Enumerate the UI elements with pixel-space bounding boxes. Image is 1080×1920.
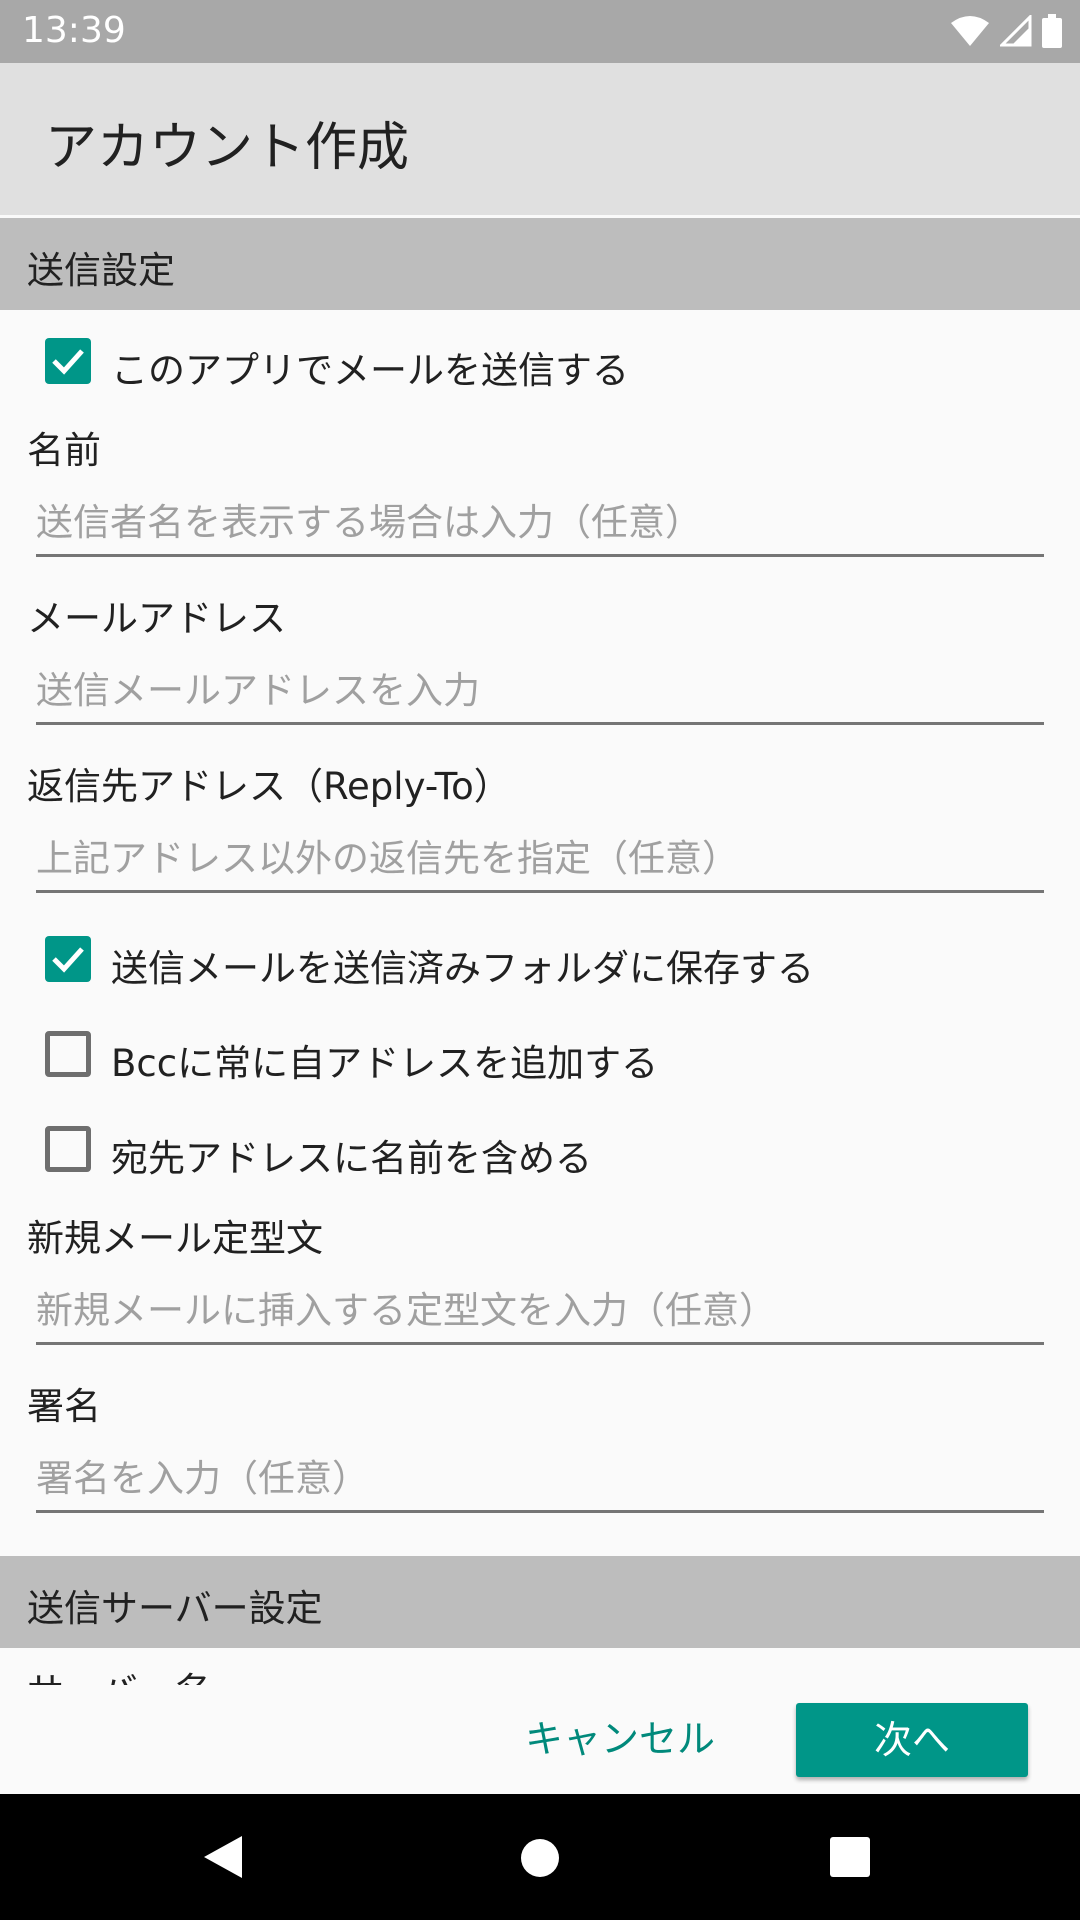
reply-to-placeholder: 上記アドレス以外の返信先を指定（任意） bbox=[36, 837, 739, 880]
name-field[interactable]: 送信者名を表示する場合は入力（任意） bbox=[36, 482, 1044, 557]
checkmark-icon bbox=[52, 947, 84, 973]
status-icons bbox=[950, 14, 1062, 48]
home-icon[interactable] bbox=[519, 1837, 561, 1879]
back-icon[interactable] bbox=[202, 1834, 246, 1880]
form-scroll-area[interactable]: 送信設定 このアプリでメールを送信する 名前 送信者名を表示する場合は入力（任意… bbox=[0, 218, 1080, 1685]
page-title: アカウント作成 bbox=[45, 118, 410, 178]
save-sent-checkbox[interactable] bbox=[45, 936, 91, 982]
navigation-bar bbox=[0, 1794, 1080, 1920]
include-name-label: 宛先アドレスに名前を含める bbox=[111, 1137, 592, 1180]
battery-icon bbox=[1042, 14, 1062, 48]
signature-placeholder: 署名を入力（任意） bbox=[36, 1457, 369, 1500]
bcc-self-row[interactable]: Bccに常に自アドレスを追加する bbox=[0, 1015, 1080, 1095]
recents-icon[interactable] bbox=[830, 1837, 870, 1877]
send-with-app-checkbox[interactable] bbox=[45, 338, 91, 384]
section-header-send-settings: 送信設定 bbox=[0, 218, 1080, 310]
reply-to-field[interactable]: 上記アドレス以外の返信先を指定（任意） bbox=[36, 818, 1044, 893]
status-time: 13:39 bbox=[22, 10, 126, 51]
reply-to-label: 返信先アドレス（Reply-To） bbox=[27, 765, 511, 808]
template-label: 新規メール定型文 bbox=[27, 1217, 323, 1260]
bcc-self-label: Bccに常に自アドレスを追加する bbox=[111, 1042, 659, 1085]
template-placeholder: 新規メールに挿入する定型文を入力（任意） bbox=[36, 1289, 776, 1332]
signal-icon bbox=[1000, 15, 1032, 47]
email-placeholder: 送信メールアドレスを入力 bbox=[36, 669, 480, 712]
next-button[interactable]: 次へ bbox=[796, 1703, 1028, 1777]
save-sent-row[interactable]: 送信メールを送信済みフォルダに保存する bbox=[0, 920, 1080, 1000]
include-name-checkbox[interactable] bbox=[45, 1126, 91, 1172]
name-placeholder: 送信者名を表示する場合は入力（任意） bbox=[36, 501, 702, 544]
cancel-button[interactable]: キャンセル bbox=[510, 1702, 730, 1777]
save-sent-label: 送信メールを送信済みフォルダに保存する bbox=[111, 947, 814, 990]
checkmark-icon bbox=[52, 349, 84, 375]
signature-label: 署名 bbox=[27, 1385, 101, 1428]
email-field[interactable]: 送信メールアドレスを入力 bbox=[36, 650, 1044, 725]
server-name-label: サーバー名 bbox=[27, 1661, 212, 1685]
signature-field[interactable]: 署名を入力（任意） bbox=[36, 1438, 1044, 1513]
include-name-row[interactable]: 宛先アドレスに名前を含める bbox=[0, 1110, 1080, 1190]
section-header-send-server: 送信サーバー設定 bbox=[0, 1556, 1080, 1648]
status-bar: 13:39 bbox=[0, 0, 1080, 63]
section-title: 送信サーバー設定 bbox=[27, 1587, 323, 1630]
send-with-app-label: このアプリでメールを送信する bbox=[111, 349, 629, 392]
app-bar: アカウント作成 bbox=[0, 63, 1080, 215]
name-label: 名前 bbox=[27, 429, 101, 472]
bcc-self-checkbox[interactable] bbox=[45, 1031, 91, 1077]
send-with-app-row[interactable]: このアプリでメールを送信する bbox=[0, 322, 1080, 402]
section-title: 送信設定 bbox=[27, 249, 175, 292]
email-label: メールアドレス bbox=[27, 597, 286, 640]
template-field[interactable]: 新規メールに挿入する定型文を入力（任意） bbox=[36, 1270, 1044, 1345]
button-bar: キャンセル 次へ bbox=[0, 1687, 1080, 1794]
wifi-icon bbox=[951, 16, 989, 46]
